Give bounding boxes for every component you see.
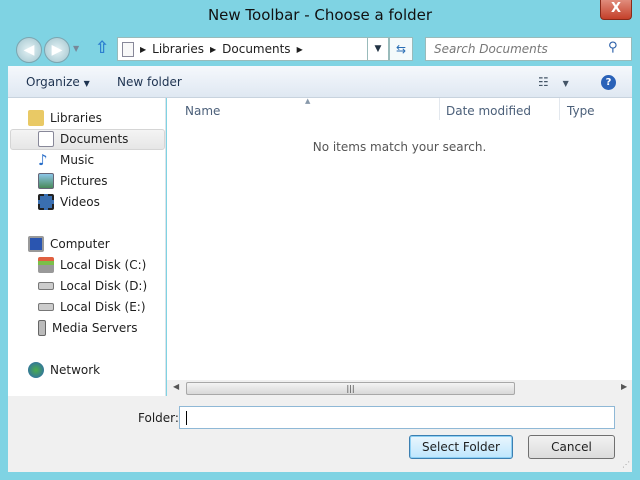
scrollbar-thumb[interactable]: ||| [186,382,515,395]
up-arrow-icon[interactable]: ⇧ [95,38,109,58]
sidebar-item-network[interactable]: Network [28,360,100,380]
organize-button[interactable]: Organize ▼ [26,75,90,89]
column-divider[interactable] [439,98,440,120]
chevron-down-icon: ▼ [83,79,90,88]
label: Videos [60,195,100,209]
address-dropdown-button[interactable]: ▼ [367,37,389,61]
sidebar-item-local-disk-e[interactable]: Local Disk (E:) [38,297,146,317]
help-icon[interactable]: ? [601,75,616,90]
search-icon[interactable]: ⚲ [608,40,618,55]
label: Pictures [60,174,108,188]
label: Computer [50,237,110,251]
resize-grip-icon[interactable]: ⋰ [622,460,630,469]
media-server-icon [38,320,46,336]
new-folder-button[interactable]: New folder [117,75,182,89]
sort-arrow-icon: ▲ [305,97,311,105]
forward-button[interactable]: ▶ [44,37,70,63]
music-icon: ♪ [38,151,48,169]
refresh-button[interactable]: ⇆ [389,37,413,61]
sidebar-item-music[interactable]: ♪ Music [38,150,94,170]
label: Music [60,153,95,167]
text-cursor [186,410,187,425]
computer-icon [28,236,44,252]
chevron-right-icon: ▶ [209,44,217,54]
column-header-type[interactable]: Type [567,104,595,118]
sidebar-item-local-disk-d[interactable]: Local Disk (D:) [38,276,147,296]
sidebar-item-libraries[interactable]: Libraries [28,108,102,128]
empty-message: No items match your search. [312,140,487,154]
label: Network [50,363,101,377]
sidebar-item-local-disk-c[interactable]: Local Disk (C:) [38,255,146,275]
breadcrumb-documents[interactable]: Documents [222,42,290,56]
disk-icon [38,282,54,290]
search-input[interactable]: Search Documents [425,37,632,61]
address-bar[interactable]: ▶ Libraries ▶ Documents ▶ [117,37,337,61]
scroll-right-arrow-icon[interactable]: ▶ [621,382,627,391]
chevron-right-icon[interactable]: ▶ [297,45,303,54]
system-disk-icon [38,257,54,273]
sidebar-item-computer[interactable]: Computer [28,234,110,254]
pictures-icon [38,173,54,189]
document-icon [38,131,54,147]
close-button[interactable]: X [600,0,632,20]
libraries-folder-icon [28,110,44,126]
cancel-button[interactable]: Cancel [528,435,615,459]
window-title: New Toolbar - Choose a folder [207,6,433,24]
column-header-name[interactable]: Name [185,104,220,118]
disk-icon [38,303,54,311]
organize-label: Organize [26,75,80,89]
label: Local Disk (E:) [60,300,146,314]
sidebar-item-media-servers[interactable]: Media Servers [38,318,137,338]
label: Media Servers [52,321,138,335]
label: Documents [60,132,129,146]
scroll-left-arrow-icon[interactable]: ◀ [173,382,179,391]
sidebar-item-pictures[interactable]: Pictures [38,171,108,191]
breadcrumb-libraries[interactable]: Libraries [152,42,204,56]
videos-icon [38,194,54,210]
folder-input[interactable] [179,406,615,429]
address-bar-space[interactable] [336,37,368,61]
sidebar-item-documents[interactable]: Documents [38,129,128,149]
chevron-right-icon: ▶ [140,44,147,54]
select-folder-button[interactable]: Select Folder [409,435,513,459]
folder-label: Folder: [138,411,179,425]
view-options-icon[interactable]: ☷ ▼ [538,75,569,89]
label: Local Disk (D:) [60,279,148,293]
document-icon [122,41,134,57]
back-button[interactable]: ◀ [16,37,42,63]
network-icon [28,362,44,378]
column-header-date-modified[interactable]: Date modified [446,104,531,118]
column-divider[interactable] [559,98,560,120]
sidebar-item-videos[interactable]: Videos [38,192,100,212]
label: Libraries [50,111,102,125]
recent-pages-dropdown-icon[interactable]: ▼ [73,44,79,53]
label: Local Disk (C:) [60,258,147,272]
